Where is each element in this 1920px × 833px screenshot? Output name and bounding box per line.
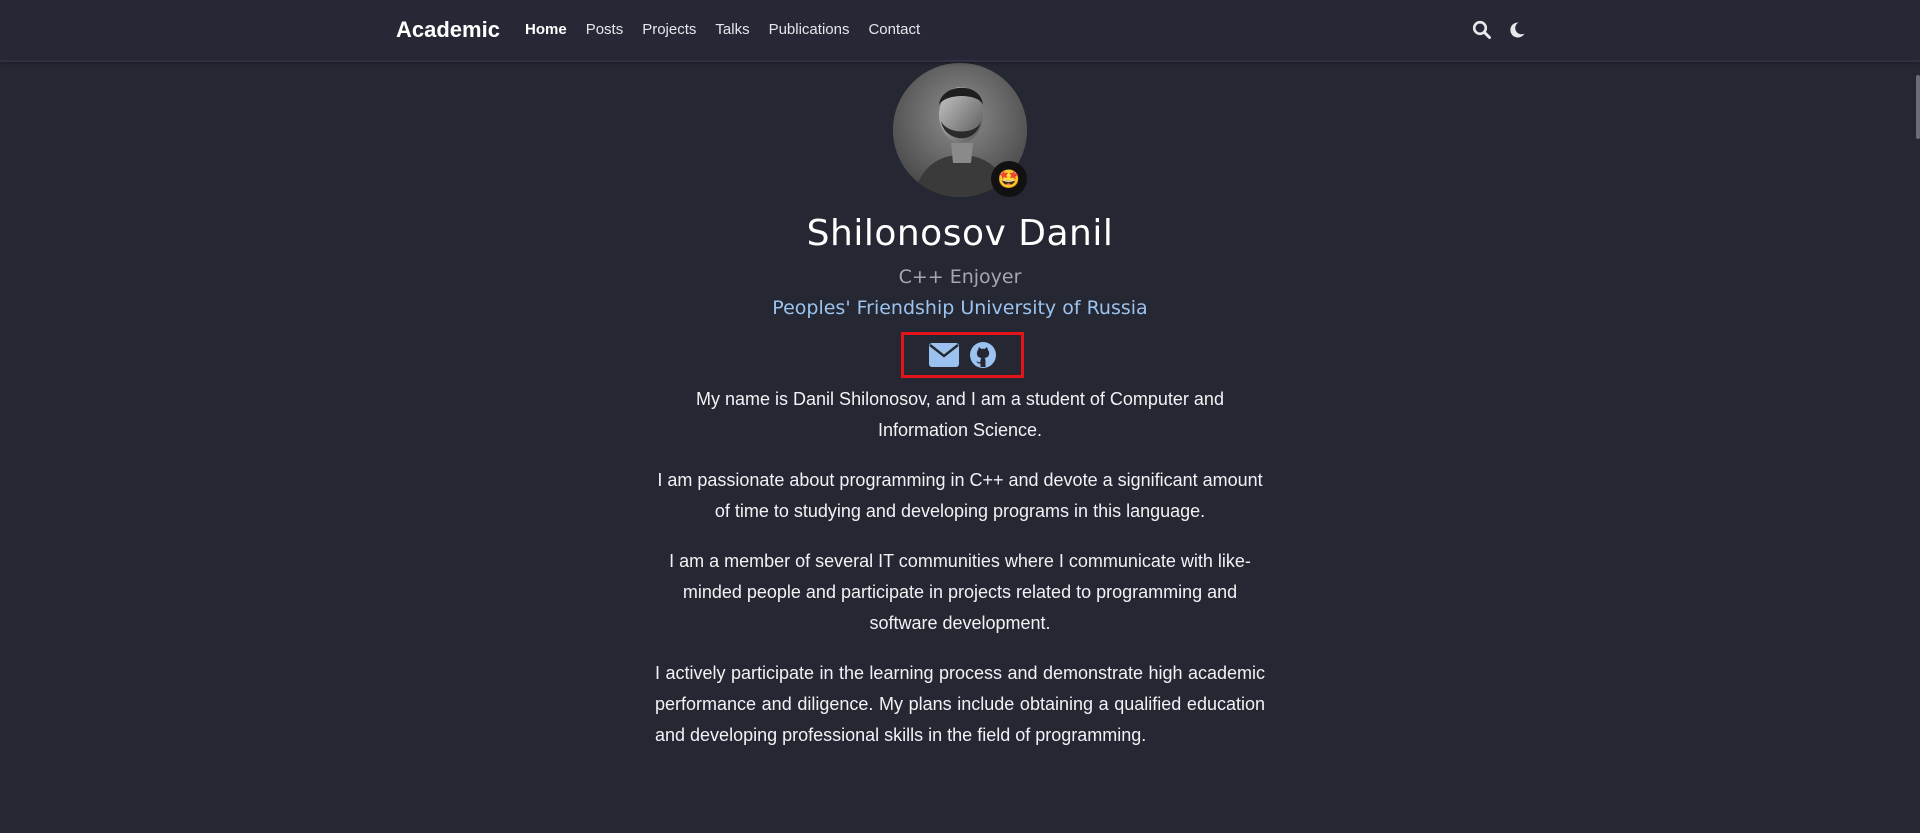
github-icon[interactable] — [969, 341, 997, 369]
social-links — [901, 332, 1024, 378]
nav-link-projects[interactable]: Projects — [642, 21, 696, 38]
site-brand[interactable]: Academic — [396, 17, 500, 43]
profile-role: C++ Enjoyer — [898, 266, 1022, 288]
nav-link-home[interactable]: Home — [525, 21, 567, 38]
nav-link-posts[interactable]: Posts — [586, 21, 624, 38]
nav-link-publications[interactable]: Publications — [769, 21, 850, 38]
status-emoji: 🤩 — [991, 161, 1027, 197]
nav-link-contact[interactable]: Contact — [868, 21, 920, 38]
profile-organization[interactable]: Peoples' Friendship University of Russia — [0, 297, 1920, 319]
bio-paragraph: I actively participate in the learning p… — [655, 663, 1265, 745]
profile-name: Shilonosov Danil — [806, 213, 1114, 254]
envelope-icon[interactable] — [928, 343, 959, 367]
nav-link-talks[interactable]: Talks — [715, 21, 749, 38]
bio: My name is Danil Shilonosov, and I am a … — [655, 384, 1265, 770]
search-icon[interactable] — [1472, 20, 1492, 40]
bio-paragraph: I am a member of several IT communities … — [669, 551, 1251, 633]
navbar: Academic Home Posts Projects Talks Publi… — [0, 0, 1920, 62]
nav-links: Home Posts Projects Talks Publications C… — [525, 21, 939, 38]
moon-icon[interactable] — [1507, 20, 1527, 40]
bio-paragraph: I am passionate about programming in C++… — [657, 470, 1263, 521]
bio-paragraph: My name is Danil Shilonosov, and I am a … — [696, 389, 1224, 440]
scrollbar-thumb[interactable] — [1916, 75, 1920, 139]
